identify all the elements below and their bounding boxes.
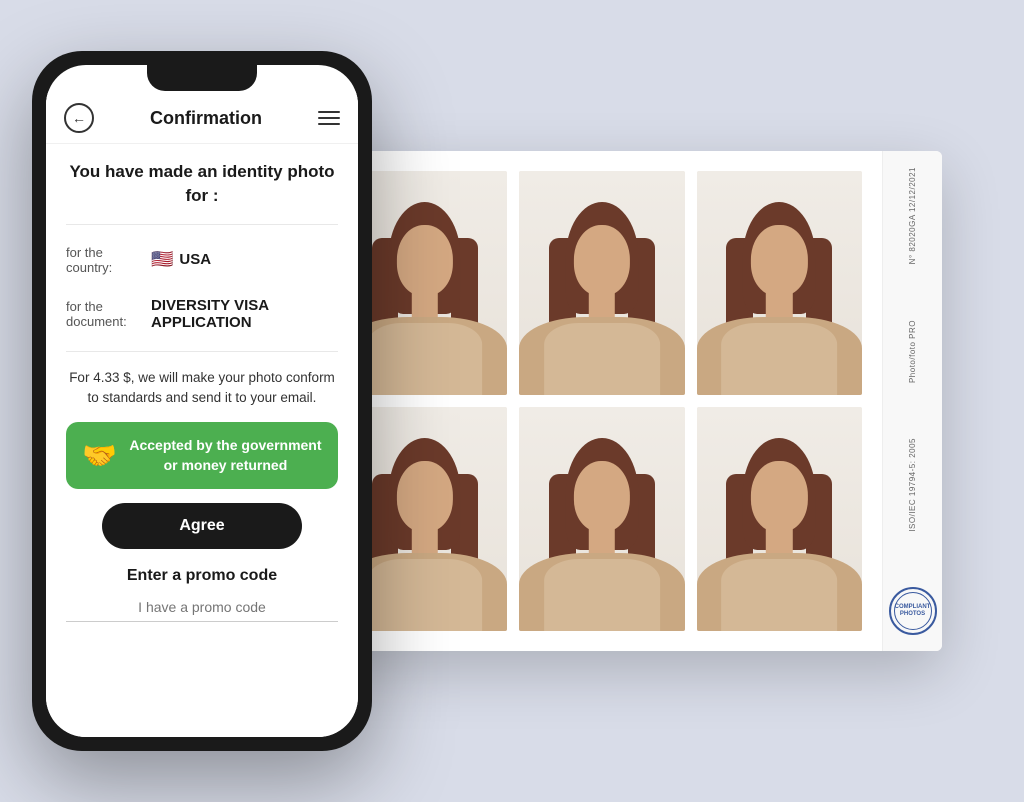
divider-2	[66, 351, 338, 352]
passport-photo-6	[697, 407, 862, 631]
agree-button[interactable]: Agree	[102, 503, 302, 549]
menu-button[interactable]	[318, 111, 340, 125]
stamp-inner: COMPLIANTPHOTOS	[894, 592, 932, 630]
photo-sheet: N° 82020GA 12/12/2021 Photo/foto PRO ISO…	[322, 151, 942, 651]
sidebar-brand: Photo/foto PRO	[907, 320, 918, 383]
country-flag: 🇺🇸	[151, 249, 173, 270]
compliance-stamp: COMPLIANTPHOTOS	[889, 587, 937, 635]
promo-section: Enter a promo code	[66, 563, 338, 622]
phone-screen-container: ← Confirmation You have made an identity…	[46, 65, 358, 737]
photo-sidebar: N° 82020GA 12/12/2021 Photo/foto PRO ISO…	[882, 151, 942, 651]
phone-device: ← Confirmation You have made an identity…	[32, 51, 372, 751]
country-value: 🇺🇸 USA	[151, 249, 211, 270]
passport-photo-5	[519, 407, 684, 631]
phone-notch	[147, 65, 257, 91]
promo-input[interactable]	[66, 593, 338, 622]
scene: ← Confirmation You have made an identity…	[32, 41, 992, 761]
sidebar-info-top: N° 82020GA 12/12/2021	[907, 167, 918, 264]
phone-header: ← Confirmation	[46, 91, 358, 144]
menu-line-2	[318, 117, 340, 119]
document-row: for the document: DIVERSITY VISA APPLICA…	[66, 293, 338, 335]
guarantee-banner[interactable]: 🤝 Accepted by the government or money re…	[66, 422, 338, 489]
divider-1	[66, 224, 338, 225]
document-label: for the document:	[66, 299, 141, 329]
guarantee-text: Accepted by the government or money retu…	[129, 436, 322, 475]
document-value: DIVERSITY VISA APPLICATION	[151, 297, 338, 331]
guarantee-icon: 🤝	[82, 439, 117, 472]
phone-content: You have made an identity photo for : fo…	[46, 144, 358, 737]
price-text: For 4.33 $, we will make your photo conf…	[66, 368, 338, 409]
back-button[interactable]: ←	[64, 103, 94, 133]
menu-line-1	[318, 111, 340, 113]
phone-screen: ← Confirmation You have made an identity…	[46, 91, 358, 737]
promo-title: Enter a promo code	[127, 567, 277, 585]
stamp-text: COMPLIANTPHOTOS	[895, 604, 931, 617]
country-label: for the country:	[66, 245, 141, 275]
passport-photo-2	[519, 171, 684, 395]
passport-photo-3	[697, 171, 862, 395]
brand-name: Photo/foto PRO	[908, 320, 917, 383]
standard-text: ISO/IEC 19794-5: 2005	[908, 438, 917, 532]
intro-text: You have made an identity photo for :	[66, 160, 338, 208]
photo-grid	[322, 151, 882, 651]
country-row: for the country: 🇺🇸 USA	[66, 241, 338, 279]
serial-number: N° 82020GA 12/12/2021	[908, 167, 917, 264]
page-title: Confirmation	[150, 108, 262, 129]
country-name: USA	[179, 251, 211, 268]
menu-line-3	[318, 123, 340, 125]
sidebar-standard: ISO/IEC 19794-5: 2005	[907, 438, 918, 532]
